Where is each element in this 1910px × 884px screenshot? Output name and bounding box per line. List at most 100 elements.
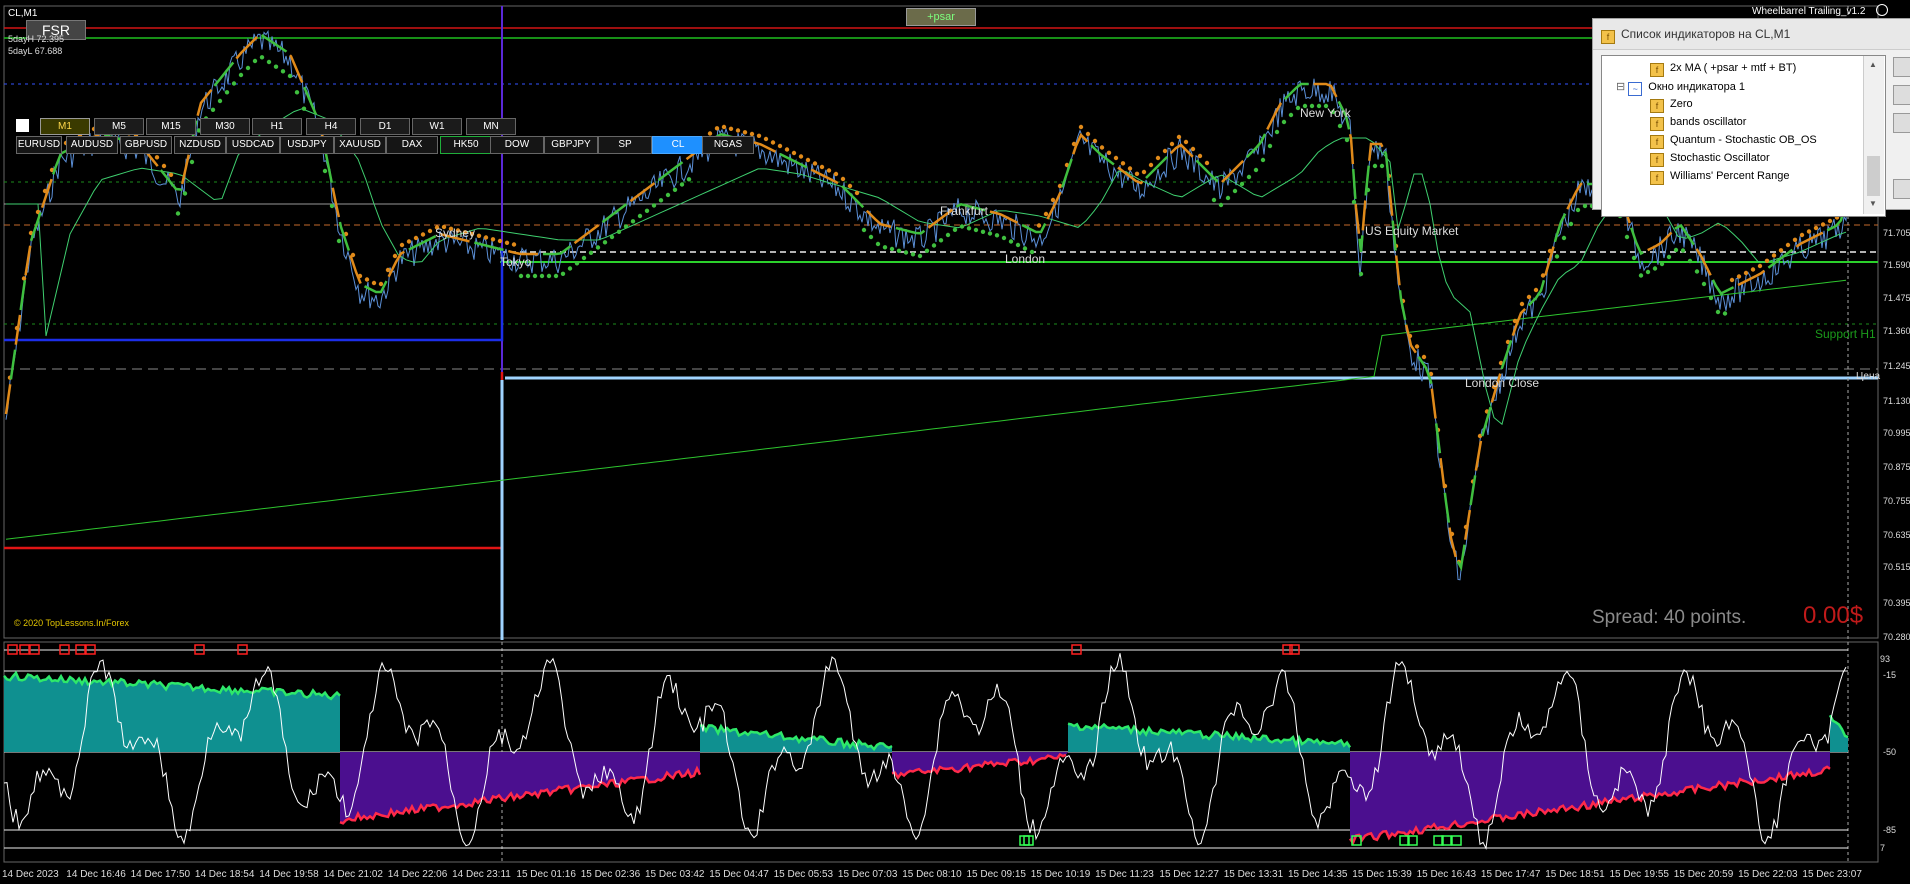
psar-dot <box>252 58 258 64</box>
psar-dot <box>21 276 27 281</box>
tree-item[interactable]: f Quantum - Stochastic OB_OS <box>1650 134 1817 149</box>
tree-item[interactable]: f Stochastic Oscillator <box>1650 152 1770 167</box>
psar-dot <box>651 203 657 208</box>
psar-dot <box>1750 267 1756 272</box>
psar-dot <box>476 233 482 238</box>
timeframe-d1[interactable]: D1 <box>360 118 410 135</box>
time-tick: 15 Dec 19:55 <box>1609 869 1670 880</box>
psar-dot <box>1708 295 1714 301</box>
psar-dot <box>168 172 174 177</box>
tree-item[interactable]: f Williams' Percent Range <box>1650 170 1789 185</box>
symbol-xauusd[interactable]: XAUUSD <box>334 136 386 154</box>
white-square-toggle[interactable] <box>16 119 29 132</box>
tree-item[interactable]: f 2x MA ( +psar + mtf + BT) <box>1650 62 1796 77</box>
time-tick: 14 Dec 23:11 <box>452 869 511 880</box>
time-tick: 15 Dec 15:39 <box>1352 869 1412 880</box>
timeframe-m30[interactable]: M30 <box>200 118 250 135</box>
fast-ma-green <box>4 33 1848 572</box>
psar-dot <box>665 192 671 198</box>
panel-button-1[interactable] <box>1893 57 1910 77</box>
psar-dot <box>742 130 748 135</box>
psar-dot <box>560 271 566 276</box>
tree-item-label: Zero <box>1670 98 1693 110</box>
timeframe-w1[interactable]: W1 <box>412 118 462 135</box>
symbol-ngas[interactable]: NGAS <box>702 136 754 154</box>
panel-button-2[interactable] <box>1893 85 1910 105</box>
psar-dot <box>1022 246 1028 251</box>
timeframe-m1[interactable]: M1 <box>40 118 90 135</box>
psar-dot <box>266 59 272 65</box>
psar-dot <box>763 136 769 142</box>
psar-dot <box>1337 123 1343 129</box>
price-tick: 71.245 <box>1883 361 1910 371</box>
psar-dot <box>189 159 195 165</box>
psar-dot <box>1568 221 1574 227</box>
time-tick: 15 Dec 03:42 <box>645 869 705 880</box>
timeframe-m5[interactable]: M5 <box>94 118 144 135</box>
timeframe-h4[interactable]: H4 <box>306 118 356 135</box>
psar-dot <box>868 234 874 240</box>
collapse-icon[interactable]: ⊟ <box>1616 81 1628 93</box>
psar-dot <box>1799 232 1805 238</box>
indicator-icon: f <box>1650 153 1664 167</box>
symbol-gbpusd[interactable]: GBPUSD <box>120 136 172 154</box>
spread-label: Spread: 40 points. <box>1592 607 1747 628</box>
psar-dot <box>728 126 734 131</box>
timeframe-h1[interactable]: H1 <box>252 118 302 135</box>
scrollbar-up-icon[interactable]: ▲ <box>1869 60 1877 69</box>
psar-dot <box>1729 277 1735 283</box>
psar-dot <box>364 277 370 282</box>
symbol-gbpjpy[interactable]: GBPJPY <box>544 136 598 154</box>
panel-button-3[interactable] <box>1893 113 1910 133</box>
session-box-blue <box>4 250 504 342</box>
psar-dot <box>756 133 762 138</box>
psar-dot <box>1288 112 1294 118</box>
symbol-sp[interactable]: SP <box>598 136 652 154</box>
symbol-usdcad[interactable]: USDCAD <box>226 136 280 154</box>
timeframe-m15[interactable]: M15 <box>146 118 196 135</box>
panel-button-4[interactable] <box>1893 179 1910 199</box>
tree-scrollbar[interactable]: ▲ ▼ <box>1863 56 1884 214</box>
timeframe-mn[interactable]: MN <box>466 118 516 135</box>
psar-dot <box>1666 254 1672 260</box>
symbol-cl[interactable]: CL <box>652 136 704 154</box>
price-tick: 70.995 <box>1883 428 1910 438</box>
indicator-icon: f <box>1650 99 1664 113</box>
psar-dot <box>1575 207 1581 213</box>
psar-dot <box>525 273 531 279</box>
psar-dot <box>385 267 391 273</box>
symbol-dax[interactable]: DAX <box>386 136 438 154</box>
symbol-dow[interactable]: DOW <box>490 136 544 154</box>
tree-item[interactable]: f Zero <box>1650 98 1693 113</box>
symbol-eurusd[interactable]: EURUSD <box>16 136 62 154</box>
symbol-usdjpy[interactable]: USDJPY <box>280 136 334 154</box>
time-tick: 15 Dec 12:27 <box>1159 869 1219 880</box>
psar-dot <box>1176 134 1182 140</box>
time-tick: 15 Dec 23:07 <box>1802 869 1862 880</box>
psar-dot <box>413 235 419 241</box>
tree-item[interactable]: ⊟ ~ Окно индикатора 1 <box>1616 80 1745 96</box>
psar-dot <box>518 273 524 279</box>
psar-dot <box>1806 229 1812 234</box>
psar-dot <box>973 227 979 233</box>
symbol-audusd[interactable]: AUDUSD <box>66 136 118 154</box>
time-tick: 14 Dec 2023 <box>2 869 59 880</box>
scrollbar-down-icon[interactable]: ▼ <box>1869 199 1877 208</box>
scrollbar-thumb[interactable] <box>1867 156 1880 196</box>
psar-dot <box>1687 258 1693 264</box>
tree-item-label: Williams' Percent Range <box>1670 170 1790 182</box>
psar-dot <box>1414 344 1420 349</box>
symbol-hk50[interactable]: HK50 <box>440 136 492 154</box>
tree-item[interactable]: f bands oscillator <box>1650 116 1746 131</box>
psar-dot <box>567 266 573 271</box>
price-tick: 70.635 <box>1883 530 1910 540</box>
price-tick: 71.705 <box>1883 228 1910 238</box>
time-tick: 14 Dec 21:02 <box>323 869 384 880</box>
indicator-icon: f <box>1650 117 1664 131</box>
psar-dot <box>1526 294 1532 300</box>
symbol-nzdusd[interactable]: NZDUSD <box>174 136 226 154</box>
psar-dot <box>329 203 335 209</box>
psar-dot <box>1820 222 1826 227</box>
psar-dot <box>931 243 937 248</box>
psar-tag[interactable]: +psar <box>906 8 976 26</box>
